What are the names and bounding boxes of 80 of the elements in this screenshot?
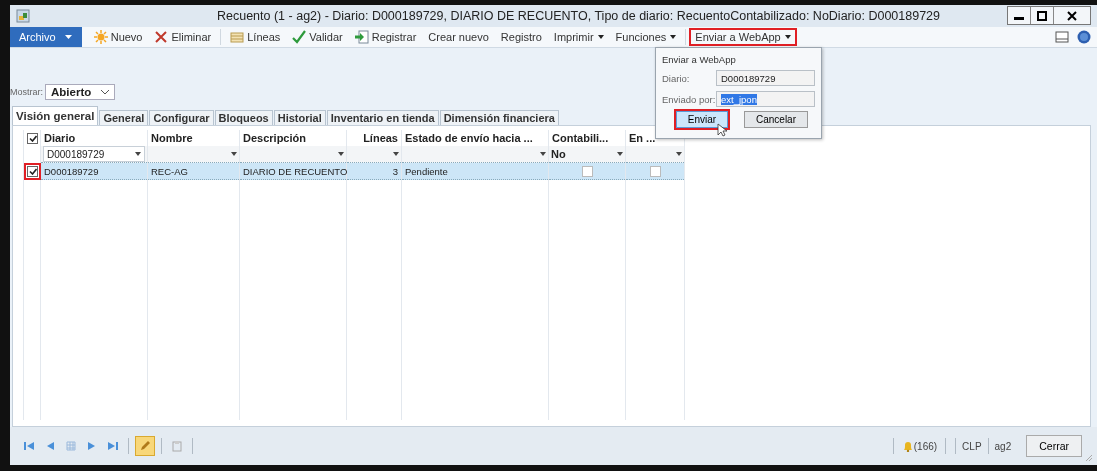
tab[interactable]: General: [99, 110, 149, 125]
toolbar-button[interactable]: Líneas: [224, 28, 287, 46]
sun-icon: [93, 30, 108, 44]
maximize-button[interactable]: [1030, 7, 1053, 24]
caret-icon: [784, 35, 791, 39]
resize-grip-icon: [1085, 454, 1093, 462]
cross-icon: [154, 30, 169, 44]
menu-button[interactable]: Enviar a WebApp: [689, 28, 797, 46]
tab[interactable]: Bloqueos: [214, 110, 273, 125]
filter-label: Mostrar:: [10, 87, 43, 97]
previous-icon: [45, 441, 55, 451]
caret-icon: [617, 152, 623, 156]
checkbox[interactable]: [581, 166, 593, 177]
tab[interactable]: Configurar: [149, 110, 214, 125]
toolbar-button[interactable]: Nuevo: [87, 28, 149, 46]
tab[interactable]: Historial: [273, 110, 326, 125]
currency-label: CLP: [962, 440, 982, 452]
input-field[interactable]: D000189729: [716, 70, 815, 86]
minimize-icon: [1014, 16, 1024, 20]
chevron-icon: [101, 89, 110, 95]
document-arrow-icon: [354, 30, 369, 44]
toolbar-button[interactable]: Crear nuevo: [422, 28, 495, 46]
caret-icon: [676, 152, 682, 156]
minimize-button[interactable]: [1008, 7, 1030, 24]
bell-icon: [901, 440, 914, 452]
checkbox[interactable]: [649, 166, 661, 177]
input-field[interactable]: ext_jpon: [716, 91, 815, 107]
table-icon: [230, 30, 245, 44]
clipboard-icon: [172, 440, 182, 452]
caret-icon: [670, 35, 677, 39]
caret-icon: [64, 35, 72, 39]
pencil-icon: [139, 440, 151, 452]
cancel-button[interactable]: Cancelar: [744, 111, 808, 128]
show-dropdown[interactable]: Abierto: [45, 84, 116, 100]
table-cell: REC-AG: [151, 165, 188, 177]
app-icon: [16, 9, 30, 23]
help-icon: [1077, 30, 1091, 44]
caret-icon: [231, 152, 237, 156]
notifications-button[interactable]: (166): [899, 440, 940, 452]
edit-button[interactable]: [135, 436, 155, 456]
checkmark-icon: [28, 135, 37, 143]
caret-icon: [393, 152, 399, 156]
popup-title: Enviar a WebApp: [662, 54, 737, 65]
tab[interactable]: Visión general: [12, 106, 99, 125]
filter-field[interactable]: D000189729: [43, 146, 145, 162]
close-button[interactable]: Cerrar: [1026, 435, 1082, 457]
toolbar-button[interactable]: Registro: [494, 28, 548, 46]
checkbox[interactable]: [27, 166, 38, 177]
toolbar-button[interactable]: Registrar: [348, 28, 423, 46]
close-button[interactable]: [1053, 7, 1090, 24]
next-icon: [87, 441, 97, 451]
grid-icon: [66, 441, 76, 451]
toolbar-button[interactable]: Validar: [286, 28, 349, 46]
maximize-icon: [1037, 10, 1047, 21]
file-menu-button[interactable]: Archivo: [10, 27, 82, 47]
checkbox[interactable]: [27, 133, 38, 145]
caret-icon: [540, 152, 546, 156]
close-icon: [1067, 10, 1077, 21]
menu-button[interactable]: Imprimir: [547, 28, 610, 46]
table-cell: Pendiente: [405, 165, 448, 177]
checkmark-icon: [28, 168, 37, 175]
table-cell: D000189729: [44, 165, 99, 177]
first-icon: [24, 441, 34, 451]
table-cell: 3: [392, 165, 398, 177]
caret-icon: [338, 152, 344, 156]
toolbar-button[interactable]: Eliminar: [148, 28, 218, 46]
last-icon: [108, 441, 118, 451]
field-label: Enviado por:: [662, 93, 716, 105]
caret-icon: [597, 35, 604, 39]
send-button[interactable]: Enviar: [676, 111, 728, 128]
tab[interactable]: Inventario en tienda: [326, 110, 439, 125]
check-icon: [292, 30, 307, 44]
company-label: ag2: [994, 440, 1012, 452]
menu-button[interactable]: Funciones: [609, 28, 683, 46]
caret-icon: [135, 152, 141, 156]
table-cell: DIARIO DE RECUENTO: [243, 165, 348, 177]
window-title: Recuento (1 - ag2) - Diario: D000189729, DIARIO DE RECUENTO, Tipo de diario: RecuentoContabilizado: NoDiario: D000189729: [215, 9, 942, 23]
panel-icon: [1055, 30, 1069, 44]
tab[interactable]: Dimensión financiera: [439, 110, 559, 125]
field-label: Diario:: [662, 72, 691, 84]
